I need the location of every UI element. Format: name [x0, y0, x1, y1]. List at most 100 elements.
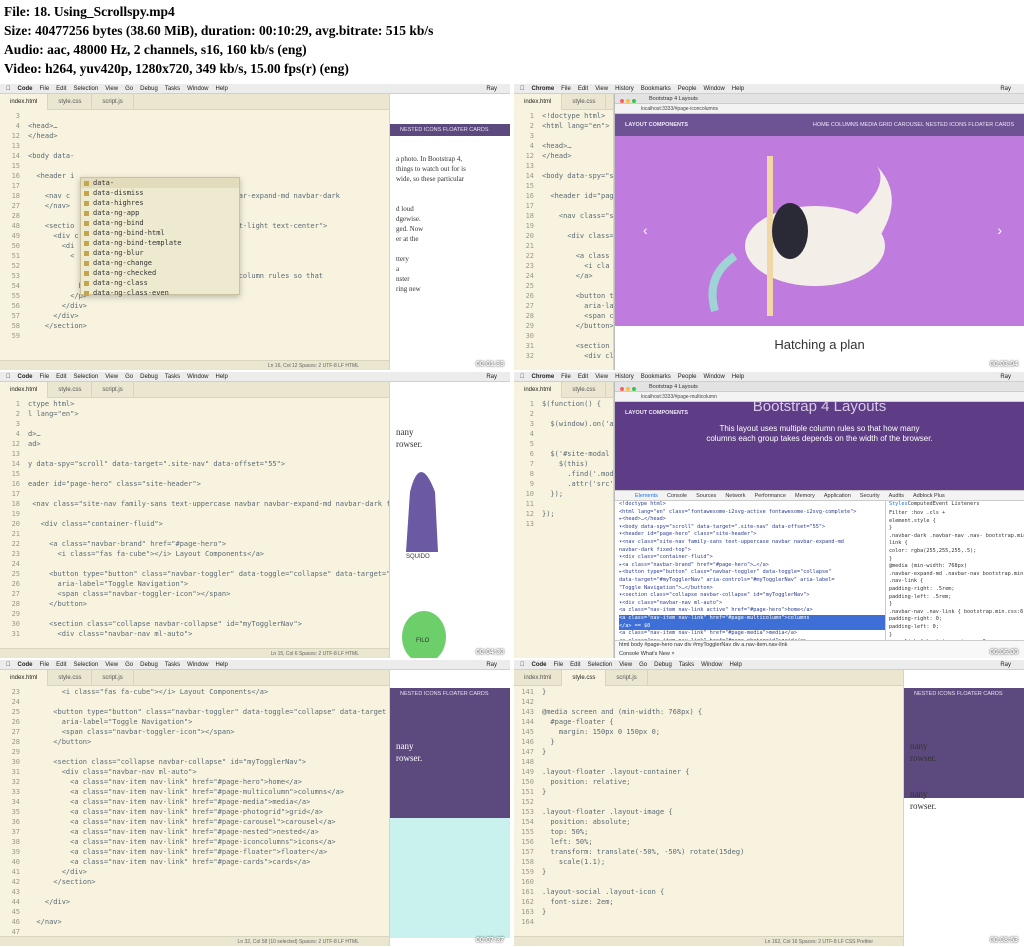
- code-line[interactable]: 4 d>…: [0, 429, 389, 439]
- code-line[interactable]: 58 </section>: [0, 321, 389, 331]
- code-line[interactable]: 20 <div class="container-fluid">: [0, 519, 389, 529]
- devtools-tab[interactable]: Security: [860, 493, 880, 499]
- code-line[interactable]: 3 $(window).on('a: [514, 419, 613, 429]
- code-line[interactable]: 29 </button>: [514, 321, 613, 331]
- code-lines[interactable]: 141} 142 143 @media screen and (min-width: …: [514, 687, 903, 936]
- menu-selection[interactable]: Selection: [588, 662, 613, 668]
- code-line[interactable]: 22 <a class="navbar-brand" href="#page-h…: [0, 539, 389, 549]
- code-line[interactable]: 159}: [514, 867, 903, 877]
- code-line[interactable]: 27 <span class="navbar-toggler-icon"></s…: [0, 727, 389, 737]
- code-line[interactable]: 153 .layout-floater .layout-image {: [514, 807, 903, 817]
- code-line[interactable]: 35 <a class="nav-item nav-link" href="#p…: [0, 807, 389, 817]
- menu-edit[interactable]: Edit: [56, 662, 66, 668]
- code-line[interactable]: 16 <header id="pag: [514, 191, 613, 201]
- menu-code[interactable]: Code: [532, 662, 547, 668]
- menu-edit[interactable]: Edit: [570, 662, 580, 668]
- code-line[interactable]: 141}: [514, 687, 903, 697]
- code-line[interactable]: 163}: [514, 907, 903, 917]
- code-line[interactable]: 32 <div cl: [514, 351, 613, 360]
- code-line[interactable]: 144 #page-floater {: [514, 717, 903, 727]
- code-line[interactable]: 20 <div class=: [514, 231, 613, 241]
- menu-debug[interactable]: Debug: [140, 374, 158, 380]
- carousel-prev-icon[interactable]: ‹: [643, 222, 648, 238]
- menu-bookmarks[interactable]: Bookmarks: [641, 86, 671, 92]
- code-line[interactable]: 34 <a class="nav-item nav-link" href="#p…: [0, 797, 389, 807]
- code-line[interactable]: 57 </div>: [0, 311, 389, 321]
- code-line[interactable]: 7 $(this): [514, 459, 613, 469]
- menu-view[interactable]: View: [595, 374, 608, 380]
- code-line[interactable]: 56 </div>: [0, 301, 389, 311]
- code-line[interactable]: 9 .attr('src': [514, 479, 613, 489]
- code-lines[interactable]: 1 ctype html> 2 l lang="en"> 3 4 d>… 12 ad> 13 14 y…: [0, 399, 389, 648]
- menu-people[interactable]: People: [678, 86, 697, 92]
- code-line[interactable]: 31 <div class="navbar-nav ml-auto">: [0, 629, 389, 639]
- code-line[interactable]: 14 y data-spy="scroll" data-target=".site…: [0, 459, 389, 469]
- code-line[interactable]: 13: [0, 449, 389, 459]
- autocomplete-item[interactable]: data-ng-app: [81, 208, 239, 218]
- code-line[interactable]: 14 <body data-: [0, 151, 389, 161]
- code-line[interactable]: 160: [514, 877, 903, 887]
- autocomplete-list[interactable]: data-data-dismiss data-highres data-ng-app…: [80, 177, 240, 298]
- menu-help[interactable]: Help: [732, 86, 744, 92]
- tab-style-css[interactable]: style.css: [48, 670, 93, 686]
- code-line[interactable]: 10 });: [514, 489, 613, 499]
- menu-file[interactable]: File: [561, 374, 571, 380]
- code-lines[interactable]: 1 $(function() {2 3 $(window).on('a 4 5 6 $('…: [514, 399, 613, 648]
- code-line[interactable]: 26 aria-label="Toggle Navigation">: [0, 717, 389, 727]
- code-line[interactable]: 31 <section: [514, 341, 613, 351]
- code-line[interactable]: 3: [0, 419, 389, 429]
- code-line[interactable]: 2: [514, 409, 613, 419]
- menu-go[interactable]: Go: [125, 374, 133, 380]
- code-line[interactable]: 1 <!doctype html>: [514, 111, 613, 121]
- menu-edit[interactable]: Edit: [578, 374, 588, 380]
- code-line[interactable]: 16 eader id="page-hero" class="site-heade…: [0, 479, 389, 489]
- code-line[interactable]: 12 </head>: [0, 131, 389, 141]
- menu-selection[interactable]: Selection: [74, 86, 99, 92]
- devtools-tab[interactable]: Sources: [696, 493, 716, 499]
- devtools-tabs[interactable]: Elements Console Sources Network Performance…: [615, 491, 1024, 501]
- code-line[interactable]: 161 .layout-social .layout-icon {: [514, 887, 903, 897]
- menu-debug[interactable]: Debug: [654, 662, 672, 668]
- tab-style-css[interactable]: style.css: [48, 382, 93, 398]
- code-line[interactable]: 47: [0, 927, 389, 936]
- menu-debug[interactable]: Debug: [140, 662, 158, 668]
- devtools-tab[interactable]: Event Listeners: [933, 501, 980, 507]
- code-line[interactable]: 30 <section class="collapse navbar-colla…: [0, 619, 389, 629]
- apple-icon[interactable]: : [520, 662, 525, 668]
- tab-index-html[interactable]: index.html: [0, 670, 49, 686]
- menu-window[interactable]: Window: [703, 86, 724, 92]
- menu-tasks[interactable]: Tasks: [165, 86, 180, 92]
- menu-selection[interactable]: Selection: [74, 662, 99, 668]
- menu-window[interactable]: Window: [187, 374, 208, 380]
- code-line[interactable]: 23 <i class="fas fa-cube"></i> Layout Co…: [0, 549, 389, 559]
- menu-window[interactable]: Window: [703, 374, 724, 380]
- apple-icon[interactable]: : [6, 86, 11, 92]
- autocomplete-item[interactable]: data-ng-class-even: [81, 288, 239, 298]
- code-line[interactable]: 15: [0, 469, 389, 479]
- code-line[interactable]: 15: [0, 161, 389, 171]
- devtools-tab[interactable]: Performance: [754, 493, 786, 499]
- menu-view[interactable]: View: [105, 374, 118, 380]
- code-editor[interactable]: index.html style.css 1 $(function() {2 3 $(…: [514, 382, 614, 658]
- menu-edit[interactable]: Edit: [578, 86, 588, 92]
- menu-view[interactable]: View: [105, 662, 118, 668]
- code-line[interactable]: 6 $('#site-modal: [514, 449, 613, 459]
- code-line[interactable]: 26 <button t: [514, 291, 613, 301]
- menu-chrome[interactable]: Chrome: [532, 374, 555, 380]
- devtools-tab[interactable]: Adblock Plus: [913, 493, 945, 499]
- code-line[interactable]: 41 </div>: [0, 867, 389, 877]
- code-line[interactable]: 29: [0, 609, 389, 619]
- code-line[interactable]: 158 scale(1.1);: [514, 857, 903, 867]
- autocomplete-item[interactable]: data-ng-bind-html: [81, 228, 239, 238]
- autocomplete-item[interactable]: data-ng-class: [81, 278, 239, 288]
- window-controls[interactable]: [620, 97, 638, 107]
- menu-window[interactable]: Window: [187, 662, 208, 668]
- code-line[interactable]: 3: [0, 111, 389, 121]
- devtools-tab[interactable]: Styles: [889, 501, 908, 507]
- tab-style-css[interactable]: style.css: [48, 94, 93, 110]
- nav-links[interactable]: HOME COLUMNS MEDIA GRID CAROUSEL NESTED …: [813, 114, 1014, 136]
- carousel-next-icon[interactable]: ›: [997, 222, 1002, 238]
- console-drawer-tabs[interactable]: Console What's New ×: [619, 650, 1024, 658]
- elements-tree[interactable]: <!doctype html> <html lang="en" class="fo…: [615, 501, 885, 640]
- code-line[interactable]: 12 ad>: [0, 439, 389, 449]
